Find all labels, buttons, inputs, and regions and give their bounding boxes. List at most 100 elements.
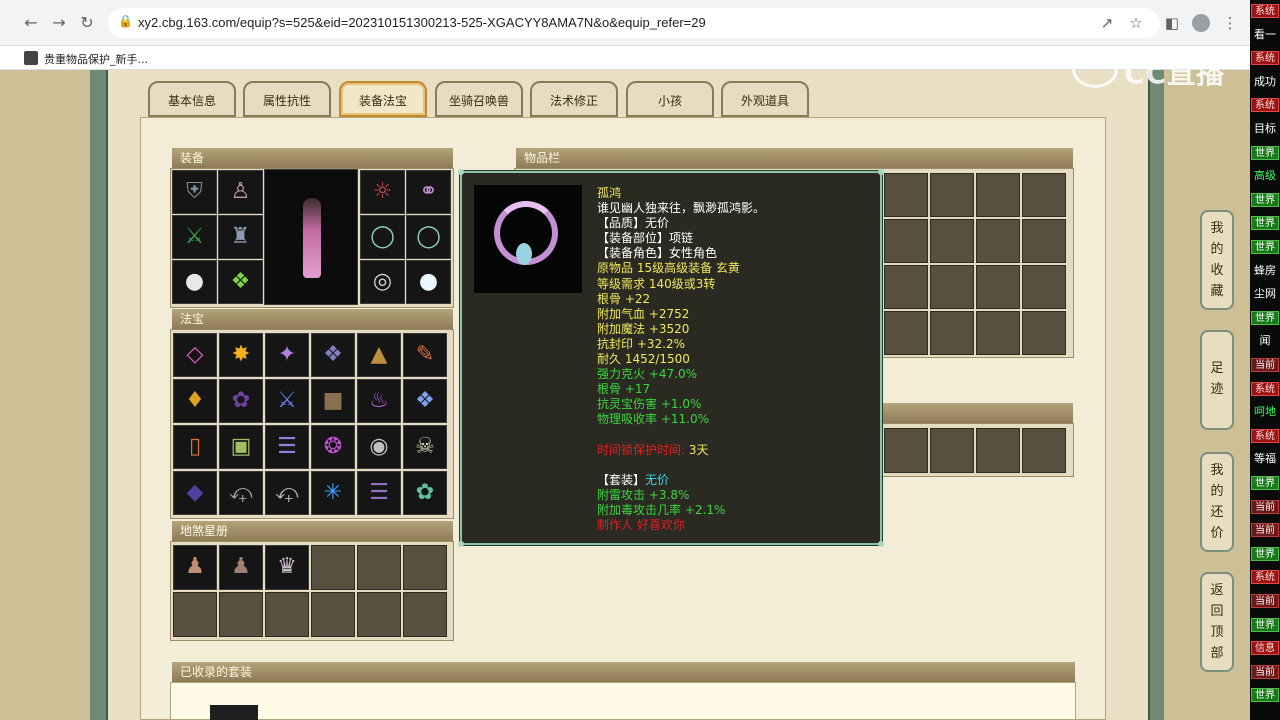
equip-slot-weapon[interactable]: ⚔ xyxy=(172,215,217,259)
fabao-slot[interactable]: ⤽ xyxy=(265,471,309,515)
equip-slot-ring-1[interactable]: ◯ xyxy=(360,215,405,259)
chat-message: 蜂房 xyxy=(1254,263,1276,277)
chat-message: 世界 xyxy=(1251,240,1279,254)
inventory-slot[interactable] xyxy=(930,428,974,473)
back-icon[interactable]: ← xyxy=(20,12,42,34)
address-bar[interactable]: 🔒 xy2.cbg.163.com/equip?s=525&eid=202310… xyxy=(108,8,1160,38)
fabao-slot[interactable]: ♦ xyxy=(173,379,217,423)
fabao-slot[interactable]: ☠ xyxy=(403,425,447,469)
inventory-slot[interactable] xyxy=(976,311,1020,355)
inventory-slot[interactable] xyxy=(930,219,974,263)
inventory-slot[interactable] xyxy=(884,311,928,355)
fabao-slot[interactable]: ◇ xyxy=(173,333,217,377)
star-card-slot-empty[interactable] xyxy=(403,592,447,637)
fabao-slot[interactable]: ▲ xyxy=(357,333,401,377)
left-border-decoration xyxy=(90,70,108,720)
inventory-slot[interactable] xyxy=(884,265,928,309)
star-card-slot-empty[interactable] xyxy=(357,545,401,590)
inventory-slot[interactable] xyxy=(930,265,974,309)
profile-avatar[interactable] xyxy=(1192,14,1210,32)
fabao-slot[interactable]: ⚔ xyxy=(265,379,309,423)
star-card-slot-empty[interactable] xyxy=(403,545,447,590)
footprint-button[interactable]: 足 迹 xyxy=(1200,330,1234,430)
chat-message: 世界 xyxy=(1251,476,1279,490)
inventory-slot[interactable] xyxy=(1022,265,1066,309)
fabao-slot[interactable]: ■ xyxy=(311,379,355,423)
star-card-slot-empty[interactable] xyxy=(219,592,263,637)
inventory-slot[interactable] xyxy=(1022,428,1066,473)
sidebar-panel-icon[interactable]: ◧ xyxy=(1162,13,1182,33)
my-favorites-button[interactable]: 我 的 收 藏 xyxy=(1200,210,1234,310)
star-card-slot-empty[interactable] xyxy=(357,592,401,637)
inventory-slot[interactable] xyxy=(884,219,928,263)
equip-slot-shoes[interactable]: ❖ xyxy=(218,260,263,304)
item-bonus-stat: 根骨 +17 xyxy=(597,382,651,397)
fabao-slot[interactable]: ☰ xyxy=(357,471,401,515)
tab-attributes[interactable]: 属性抗性 xyxy=(243,81,331,117)
inventory-slot[interactable] xyxy=(976,428,1020,473)
star-card-slot[interactable]: ♟ xyxy=(173,545,217,590)
inventory-slot[interactable] xyxy=(930,311,974,355)
inventory-slot[interactable] xyxy=(884,173,928,217)
equip-slot-necklace[interactable]: ⚭ xyxy=(406,170,451,214)
forward-icon[interactable]: → xyxy=(48,12,70,34)
fabao-slot[interactable]: ✿ xyxy=(219,379,263,423)
equip-slot-helmet[interactable]: ⛨ xyxy=(172,170,217,214)
fabao-slot[interactable]: ✸ xyxy=(219,333,263,377)
equip-slot-armor[interactable]: ♜ xyxy=(218,215,263,259)
star-card-slot-empty[interactable] xyxy=(311,592,355,637)
url-text[interactable]: xy2.cbg.163.com/equip?s=525&eid=20231015… xyxy=(138,15,706,30)
fabao-slot[interactable]: ✳ xyxy=(311,471,355,515)
equip-slot-orb[interactable]: ● xyxy=(406,260,451,304)
fabao-slot[interactable]: ✿ xyxy=(403,471,447,515)
item-stat: 根骨 +22 xyxy=(597,291,651,306)
back-to-top-button[interactable]: 返 回 顶 部 xyxy=(1200,572,1234,672)
tab-basic-info[interactable]: 基本信息 xyxy=(148,81,236,117)
equip-slot-accessory[interactable]: ● xyxy=(172,260,217,304)
inventory-slot[interactable] xyxy=(1022,173,1066,217)
fabao-slot[interactable]: ⤽ xyxy=(219,471,263,515)
share-icon[interactable]: ↗ xyxy=(1097,13,1117,33)
star-card-slot-empty[interactable] xyxy=(265,592,309,637)
menu-dots-icon[interactable]: ⋮ xyxy=(1220,13,1240,33)
item-tooltip: 孤鸿 谁见幽人独来往，飘渺孤鸿影。 【品质】无价 【装备部位】项链 【装备角色】… xyxy=(458,169,884,547)
equip-slot-hat[interactable]: ♙ xyxy=(218,170,263,214)
fabao-slot[interactable]: ❖ xyxy=(311,333,355,377)
equip-slot-mask[interactable]: ☼ xyxy=(360,170,405,214)
inventory-slot[interactable] xyxy=(1022,219,1066,263)
inventory-slot[interactable] xyxy=(976,173,1020,217)
tab-appearance[interactable]: 外观道具 xyxy=(721,81,809,117)
inventory-slot[interactable] xyxy=(976,265,1020,309)
fabao-slot[interactable]: ❂ xyxy=(311,425,355,469)
star-card-slot[interactable]: ♛ xyxy=(265,545,309,590)
tab-mount-summon[interactable]: 坐骑召唤兽 xyxy=(435,81,523,117)
equip-slot-ring-2[interactable]: ◯ xyxy=(406,215,451,259)
bookmark-star-icon[interactable]: ☆ xyxy=(1126,13,1146,33)
reload-icon[interactable]: ↻ xyxy=(76,12,98,34)
fabao-slot[interactable]: ✎ xyxy=(403,333,447,377)
my-bargain-button[interactable]: 我 的 还 价 xyxy=(1200,452,1234,552)
fabao-slot[interactable]: ▣ xyxy=(219,425,263,469)
fabao-slot[interactable]: ❖ xyxy=(403,379,447,423)
fabao-slot[interactable]: ✦ xyxy=(265,333,309,377)
inventory-slot[interactable] xyxy=(884,428,928,473)
fabao-slot[interactable]: ◉ xyxy=(357,425,401,469)
inventory-slot[interactable] xyxy=(976,219,1020,263)
tab-equipment-fabao[interactable]: 装备法宝 xyxy=(339,81,427,117)
fabao-slot[interactable]: ☰ xyxy=(265,425,309,469)
equip-slot-bracelet[interactable]: ◎ xyxy=(360,260,405,304)
star-card-slot-empty[interactable] xyxy=(311,545,355,590)
bookmark-link[interactable]: 贵重物品保护_新手... xyxy=(44,51,148,67)
fabao-slot[interactable]: ▯ xyxy=(173,425,217,469)
inventory-slot[interactable] xyxy=(930,173,974,217)
set-thumbnail[interactable] xyxy=(210,705,258,720)
fabao-slot[interactable]: ♨ xyxy=(357,379,401,423)
fabao-slot[interactable]: ◆ xyxy=(173,471,217,515)
inventory-slot[interactable] xyxy=(1022,311,1066,355)
side-label-char: 的 xyxy=(1210,242,1224,257)
star-card-slot-empty[interactable] xyxy=(173,592,217,637)
side-label-char: 迹 xyxy=(1210,382,1224,397)
tab-spell-mod[interactable]: 法术修正 xyxy=(530,81,618,117)
star-card-slot[interactable]: ♟ xyxy=(219,545,263,590)
tab-child[interactable]: 小孩 xyxy=(626,81,714,117)
